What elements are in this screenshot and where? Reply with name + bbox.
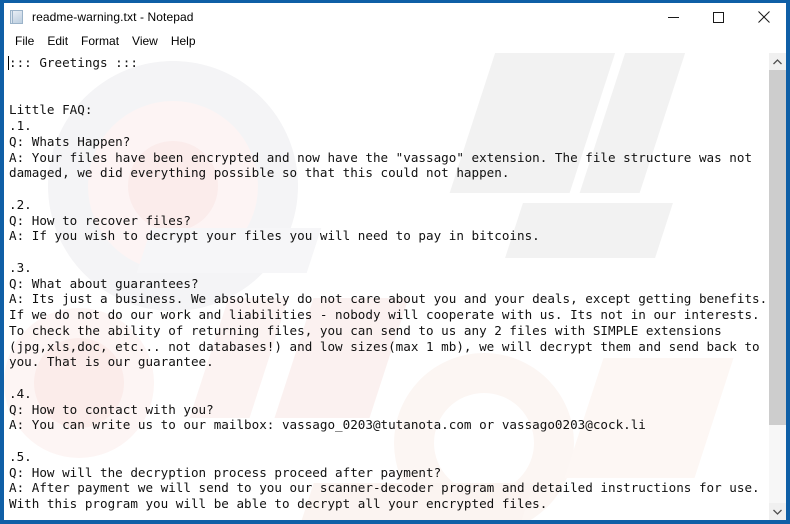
menu-item-view[interactable]: View xyxy=(126,33,165,51)
notepad-document-icon xyxy=(10,9,26,25)
title-bar[interactable]: readme-warning.txt - Notepad xyxy=(4,3,786,31)
close-button[interactable] xyxy=(741,3,786,31)
close-icon xyxy=(757,11,770,23)
minimize-button[interactable] xyxy=(651,3,696,31)
chevron-down-icon xyxy=(773,509,782,515)
document-text[interactable]: ::: Greetings ::: Little FAQ: .1. Q: Wha… xyxy=(4,53,768,512)
scroll-up-button[interactable] xyxy=(769,53,786,70)
maximize-icon xyxy=(713,11,724,23)
scrollbar-track[interactable] xyxy=(769,70,786,503)
menu-item-help[interactable]: Help xyxy=(165,33,203,51)
scrollbar-thumb[interactable] xyxy=(769,70,786,426)
vertical-scrollbar[interactable] xyxy=(768,53,786,520)
editor-area: ::: Greetings ::: Little FAQ: .1. Q: Wha… xyxy=(4,52,786,520)
window-controls xyxy=(651,3,786,31)
text-editor[interactable]: ::: Greetings ::: Little FAQ: .1. Q: Wha… xyxy=(4,53,768,520)
minimize-icon xyxy=(668,16,679,18)
chevron-up-icon xyxy=(773,58,782,64)
menu-item-edit[interactable]: Edit xyxy=(41,33,75,51)
scroll-down-button[interactable] xyxy=(769,503,786,520)
menu-bar: File Edit Format View Help xyxy=(4,31,786,52)
notepad-window: readme-warning.txt - Notepad File Edit F… xyxy=(0,0,790,524)
menu-item-file[interactable]: File xyxy=(9,33,41,51)
maximize-button[interactable] xyxy=(696,3,741,31)
menu-item-format[interactable]: Format xyxy=(75,33,126,51)
window-title: readme-warning.txt - Notepad xyxy=(32,10,194,24)
